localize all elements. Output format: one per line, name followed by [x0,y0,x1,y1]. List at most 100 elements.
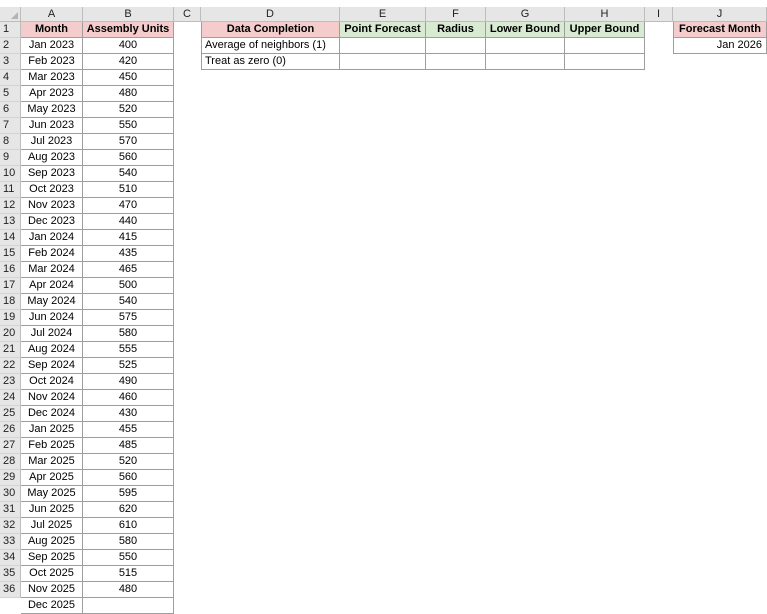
select-all-corner[interactable] [0,7,21,22]
row-header-25[interactable]: 25 [0,406,21,422]
row-header-5[interactable]: 5 [0,86,21,102]
assembly-units-cell[interactable]: 430 [83,406,174,422]
assembly-units-cell[interactable]: 540 [83,166,174,182]
assembly-units-cell[interactable]: 555 [83,342,174,358]
header-forecast-month[interactable]: Forecast Month [673,22,767,38]
month-cell[interactable]: Sep 2023 [21,166,83,182]
row-header-28[interactable]: 28 [0,454,21,470]
row-header-13[interactable]: 13 [0,214,21,230]
row-header-18[interactable]: 18 [0,294,21,310]
row-header-30[interactable]: 30 [0,486,21,502]
column-header-c[interactable]: C [174,7,201,22]
assembly-units-cell[interactable]: 520 [83,454,174,470]
row-header-32[interactable]: 32 [0,518,21,534]
month-cell[interactable]: Feb 2024 [21,246,83,262]
assembly-units-cell[interactable]: 465 [83,262,174,278]
assembly-units-cell[interactable]: 500 [83,278,174,294]
month-cell[interactable]: Jun 2024 [21,310,83,326]
assembly-units-cell[interactable]: 480 [83,86,174,102]
column-header-b[interactable]: B [83,7,174,22]
month-cell[interactable]: Apr 2025 [21,470,83,486]
row-header-10[interactable]: 10 [0,166,21,182]
header-upper-bound[interactable]: Upper Bound [565,22,645,38]
month-cell[interactable]: Nov 2024 [21,390,83,406]
month-cell[interactable]: Jun 2023 [21,118,83,134]
radius-average[interactable] [426,38,486,54]
month-cell[interactable]: Jan 2023 [21,38,83,54]
column-header-d[interactable]: D [201,7,340,22]
assembly-units-cell[interactable]: 435 [83,246,174,262]
row-header-9[interactable]: 9 [0,150,21,166]
assembly-units-cell[interactable]: 490 [83,374,174,390]
row-header-33[interactable]: 33 [0,534,21,550]
month-cell[interactable]: May 2023 [21,102,83,118]
assembly-units-cell[interactable]: 460 [83,390,174,406]
month-cell[interactable]: Aug 2025 [21,534,83,550]
radius-zero[interactable] [426,54,486,70]
assembly-units-cell[interactable]: 415 [83,230,174,246]
month-cell[interactable]: Dec 2025 [21,598,83,614]
row-header-35[interactable]: 35 [0,566,21,582]
assembly-units-cell[interactable]: 420 [83,54,174,70]
row-header-15[interactable]: 15 [0,246,21,262]
assembly-units-cell[interactable]: 550 [83,118,174,134]
row-header-31[interactable]: 31 [0,502,21,518]
row-header-29[interactable]: 29 [0,470,21,486]
month-cell[interactable]: Nov 2025 [21,582,83,598]
assembly-units-cell[interactable]: 510 [83,182,174,198]
month-cell[interactable]: Jun 2025 [21,502,83,518]
row-header-19[interactable]: 19 [0,310,21,326]
forecast-month-value[interactable]: Jan 2026 [673,38,767,54]
assembly-units-cell[interactable]: 620 [83,502,174,518]
month-cell[interactable]: Jul 2023 [21,134,83,150]
lower-bound-average[interactable] [486,38,565,54]
month-cell[interactable]: Aug 2024 [21,342,83,358]
column-header-g[interactable]: G [486,7,565,22]
upper-bound-zero[interactable] [565,54,645,70]
row-header-36[interactable]: 36 [0,582,21,598]
month-cell[interactable]: Aug 2023 [21,150,83,166]
month-cell[interactable]: Dec 2023 [21,214,83,230]
assembly-units-cell[interactable]: 610 [83,518,174,534]
assembly-units-cell[interactable] [83,598,174,614]
upper-bound-average[interactable] [565,38,645,54]
month-cell[interactable]: Dec 2024 [21,406,83,422]
row-header-16[interactable]: 16 [0,262,21,278]
month-cell[interactable]: Mar 2025 [21,454,83,470]
header-assembly-units[interactable]: Assembly Units [83,22,174,38]
row-header-4[interactable]: 4 [0,70,21,86]
assembly-units-cell[interactable]: 580 [83,534,174,550]
assembly-units-cell[interactable]: 520 [83,102,174,118]
month-cell[interactable]: Apr 2024 [21,278,83,294]
assembly-units-cell[interactable]: 540 [83,294,174,310]
row-header-7[interactable]: 7 [0,118,21,134]
month-cell[interactable]: Nov 2023 [21,198,83,214]
month-cell[interactable]: Jan 2024 [21,230,83,246]
column-header-j[interactable]: J [673,7,767,22]
completion-label-zero[interactable]: Treat as zero (0) [201,54,340,70]
row-header-3[interactable]: 3 [0,54,21,70]
spreadsheet-grid[interactable]: ABCDEFGHIJ 1 2 3 4 5 6 7 8 9 10 11 12 13 14 15 16 17 18 19… [0,0,767,614]
lower-bound-zero[interactable] [486,54,565,70]
month-cell[interactable]: Sep 2024 [21,358,83,374]
month-cell[interactable]: Feb 2025 [21,438,83,454]
header-lower-bound[interactable]: Lower Bound [486,22,565,38]
point-forecast-zero[interactable] [340,54,426,70]
month-cell[interactable]: Oct 2024 [21,374,83,390]
assembly-units-cell[interactable]: 515 [83,566,174,582]
row-header-27[interactable]: 27 [0,438,21,454]
column-header-f[interactable]: F [426,7,486,22]
assembly-units-cell[interactable]: 455 [83,422,174,438]
row-header-24[interactable]: 24 [0,390,21,406]
row-header-26[interactable]: 26 [0,422,21,438]
row-header-2[interactable]: 2 [0,38,21,54]
assembly-units-cell[interactable]: 575 [83,310,174,326]
month-cell[interactable]: May 2025 [21,486,83,502]
row-header-21[interactable]: 21 [0,342,21,358]
row-header-8[interactable]: 8 [0,134,21,150]
assembly-units-cell[interactable]: 400 [83,38,174,54]
row-header-20[interactable]: 20 [0,326,21,342]
assembly-units-cell[interactable]: 480 [83,582,174,598]
completion-label-average[interactable]: Average of neighbors (1) [201,38,340,54]
header-point-forecast[interactable]: Point Forecast [340,22,426,38]
